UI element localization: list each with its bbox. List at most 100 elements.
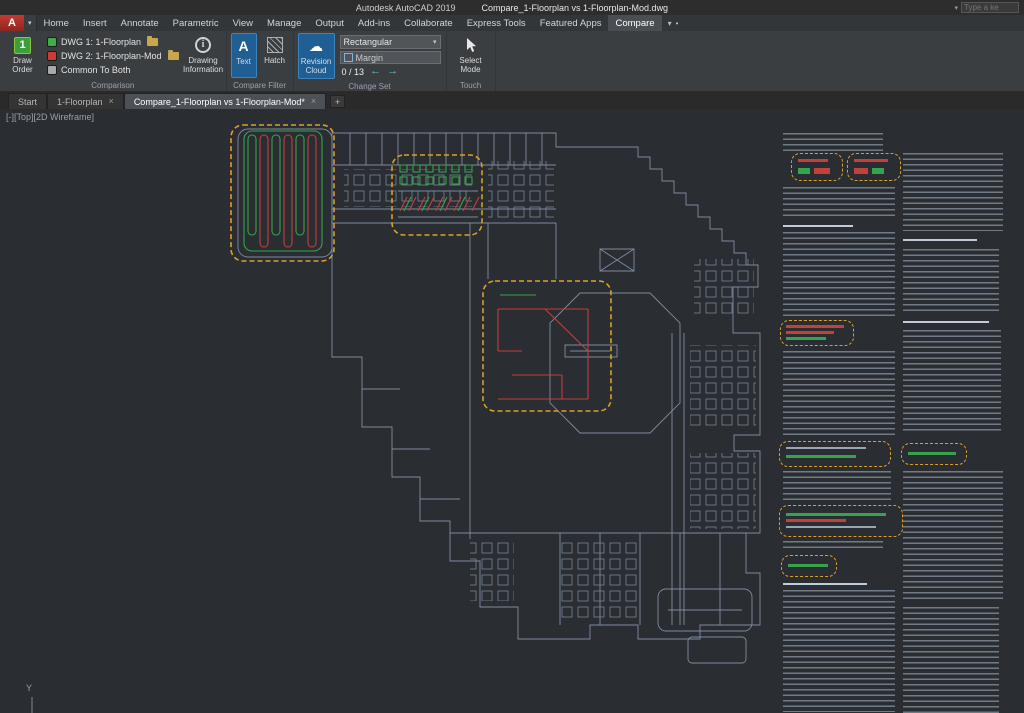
note-line [786,447,866,449]
ribbon-pin-icon[interactable]: • [676,19,679,28]
revision-cloud-marker[interactable] [779,505,903,537]
drawing-canvas[interactable]: [-][Top][2D Wireframe] [0,109,1024,713]
dwg1-row[interactable]: DWG 1: 1-Floorplan [47,35,179,48]
common-color-swatch[interactable] [47,65,57,75]
menu-tab-home[interactable]: Home [37,15,76,31]
margin-icon [344,53,353,62]
added-text-mark [908,452,956,455]
dwg2-row[interactable]: DWG 2: 1-Floorplan-Mod [47,49,179,62]
menu-tab-annotate[interactable]: Annotate [114,15,166,31]
window-title: Autodesk AutoCAD 2019 Compare_1-Floorpla… [0,3,1024,13]
revision-cloud-icon: ☁ [309,39,323,53]
menu-tab-express-tools[interactable]: Express Tools [460,15,533,31]
cloud-shape-dropdown[interactable]: Rectangular ▾ [340,35,441,49]
added-text-mark [788,564,828,567]
previous-change-button[interactable]: ← [370,66,381,77]
menu-tab-manage[interactable]: Manage [260,15,308,31]
note-block [783,133,883,153]
select-mode-button[interactable]: Select Mode [451,33,491,78]
menu-tab-parametric[interactable]: Parametric [166,15,226,31]
app-menu-caret-icon[interactable]: ▾ [24,15,37,31]
menu-tab-output[interactable]: Output [308,15,351,31]
revision-cloud-marker[interactable] [780,320,854,346]
note-block [903,330,1001,432]
ribbon-tab-bar: A ▾ Home Insert Annotate Parametric View… [0,15,1024,31]
common-label: Common To Both [61,65,130,75]
revision-cloud-marker[interactable] [791,153,843,181]
ucs-y-axis-label: Y [26,683,32,693]
close-tab-icon[interactable]: × [311,97,316,106]
draw-order-icon: 1 [14,37,31,54]
draw-order-button[interactable]: 1 Draw Order [4,33,41,78]
note-heading [903,239,977,241]
revision-cloud-label: Revision Cloud [300,57,333,75]
close-tab-icon[interactable]: × [109,97,114,106]
filter-text-button[interactable]: A Text [231,33,257,78]
info-icon: i [195,37,211,53]
file-tab-floorplan[interactable]: 1-Floorplan × [47,93,124,109]
menu-tab-addins[interactable]: Add-ins [351,15,397,31]
revision-cloud-marker[interactable] [779,441,891,467]
dwg2-color-swatch[interactable] [47,51,57,61]
app-title: Autodesk AutoCAD 2019 [356,3,456,13]
dwg2-label: DWG 2: 1-Floorplan-Mod [61,51,162,61]
file-tab-compare-label: Compare_1-Floorplan vs 1-Floorplan-Mod* [134,97,305,107]
revision-cloud-marker[interactable] [781,555,837,577]
hatch-filter-label: Hatch [264,56,285,65]
drawing-information-button[interactable]: i Drawing Information [185,33,222,78]
revision-cloud-marker[interactable] [847,153,901,181]
panel-label-compare-filter[interactable]: Compare Filter [227,80,293,91]
file-tab-compare[interactable]: Compare_1-Floorplan vs 1-Floorplan-Mod* … [124,93,326,109]
filter-hatch-button[interactable]: Hatch [261,33,289,78]
dwg1-label: DWG 1: 1-Floorplan [61,37,141,47]
note-block [903,153,1003,231]
file-tab-start[interactable]: Start [8,93,47,109]
drawing-information-label: Drawing Information [183,56,223,74]
margin-field[interactable]: Margin [340,51,441,64]
menu-tab-compare[interactable]: Compare [608,15,661,31]
compare-layer-list: DWG 1: 1-Floorplan DWG 2: 1-Floorplan-Mo… [45,33,181,78]
revision-cloud-marker[interactable] [901,443,967,465]
menu-tab-view[interactable]: View [226,15,260,31]
removed-text-mark [786,519,846,522]
added-text-mark [786,455,856,458]
cursor-icon [464,37,478,53]
ribbon-collapse-icon[interactable]: ▾ [668,19,672,28]
next-change-button[interactable]: → [387,66,398,77]
cloud-shape-value: Rectangular [344,37,393,47]
panel-label-change-set[interactable]: Change Set [294,81,446,91]
removed-text-mark [786,331,834,334]
panel-compare-filter: A Text Hatch Compare Filter [227,31,294,91]
search-input[interactable] [961,2,1019,13]
dwg2-folder-icon[interactable] [168,52,179,60]
margin-label: Margin [356,53,384,63]
hatch-filter-icon [267,37,283,53]
floorplan-common-lines [32,129,760,713]
panel-label-touch[interactable]: Touch [447,80,495,91]
autocad-logo[interactable]: A [0,15,24,31]
menu-tab-collaborate[interactable]: Collaborate [397,15,460,31]
note-heading [783,583,867,585]
change-set-navigator: 0 / 13 ← → [340,66,441,77]
change-set-controls: Rectangular ▾ Margin 0 / 13 ← → [339,33,442,79]
change-set-counter: 0 / 13 [342,67,365,77]
dwg1-folder-icon[interactable] [147,38,158,46]
panel-change-set: ☁ Revision Cloud Rectangular ▾ Margin 0 … [294,31,447,91]
note-block [783,541,883,551]
ribbon: 1 Draw Order DWG 1: 1-Floorplan DWG 2: 1… [0,31,1024,92]
removed-text-mark [814,168,830,174]
autocad-window: Autodesk AutoCAD 2019 Compare_1-Floorpla… [0,0,1024,713]
note-block [783,351,895,437]
menu-tab-insert[interactable]: Insert [76,15,114,31]
menu-tab-featured-apps[interactable]: Featured Apps [533,15,609,31]
search-caret-icon[interactable]: ▾ [954,4,958,12]
note-block [783,471,891,501]
file-tab-start-label: Start [18,97,37,107]
dwg1-color-swatch[interactable] [47,37,57,47]
select-mode-label: Select Mode [452,56,490,74]
panel-label-comparison[interactable]: Comparison [0,80,226,91]
revision-cloud-button[interactable]: ☁ Revision Cloud [298,33,335,79]
common-to-both-row[interactable]: Common To Both [47,63,179,76]
new-tab-button[interactable]: + [330,95,345,108]
removed-text-mark [798,159,828,162]
